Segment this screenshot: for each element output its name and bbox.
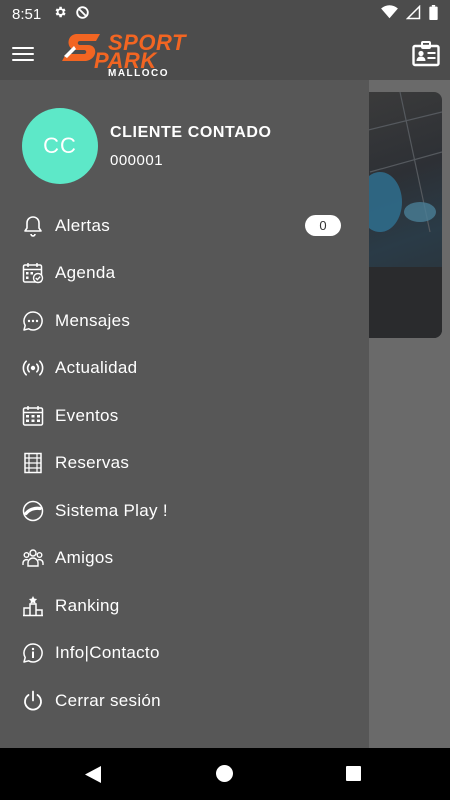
menu-label: Cerrar sesión <box>55 690 161 710</box>
group-icon <box>22 547 44 569</box>
menu-label: Sistema Play ! <box>55 500 168 520</box>
wifi-icon <box>381 5 398 23</box>
calendar-grid-icon <box>22 405 44 427</box>
status-time: 8:51 <box>12 5 42 23</box>
menu-item-amigos[interactable]: Amigos <box>0 535 369 583</box>
podium-icon <box>22 595 44 617</box>
app-bar: SPORT PARK MALLOCO <box>0 28 450 80</box>
info-icon <box>22 642 44 664</box>
menu-item-eventos[interactable]: Eventos <box>0 392 369 440</box>
menu-item-info-contacto[interactable]: Info|Contacto <box>0 630 369 678</box>
data-saver-icon <box>75 5 90 24</box>
battery-icon <box>429 4 438 24</box>
bell-icon <box>22 215 44 237</box>
gear-icon <box>53 5 67 23</box>
menu-item-reservas[interactable]: Reservas <box>0 440 369 488</box>
menu-icon[interactable] <box>12 44 36 64</box>
menu-label: Eventos <box>55 405 119 425</box>
menu-label: Alertas <box>55 215 111 235</box>
menu-item-mensajes[interactable]: Mensajes <box>0 297 369 345</box>
menu-item-cerrar-sesion[interactable]: Cerrar sesión <box>0 677 369 725</box>
back-icon[interactable] <box>85 766 101 788</box>
signal-icon <box>405 4 421 24</box>
profile-name: CLIENTE CONTADO <box>110 123 272 141</box>
chat-icon <box>22 310 44 332</box>
menu-item-agenda[interactable]: Agenda <box>0 250 369 298</box>
recents-icon[interactable] <box>346 766 361 781</box>
hero-image-card[interactable] <box>360 92 442 338</box>
menu-item-alertas[interactable]: Alertas 0 <box>0 202 369 250</box>
menu-item-ranking[interactable]: Ranking <box>0 582 369 630</box>
drawer-menu: Alertas 0 Agenda Mensajes Actualidad Eve… <box>0 202 369 725</box>
power-icon <box>22 690 44 712</box>
broadcast-icon <box>22 357 44 379</box>
calendar-check-icon <box>22 262 44 284</box>
menu-label: Info|Contacto <box>55 643 160 663</box>
menu-label: Amigos <box>55 548 114 568</box>
home-icon[interactable] <box>216 765 233 782</box>
logo-text-malloco: MALLOCO <box>108 68 170 79</box>
profile-header[interactable]: CC CLIENTE CONTADO 000001 <box>22 108 272 184</box>
system-nav-bar <box>0 748 450 800</box>
menu-label: Reservas <box>55 453 130 473</box>
court-icon <box>22 452 44 474</box>
brand-logo: SPORT PARK MALLOCO <box>58 30 218 79</box>
alerts-count-badge: 0 <box>305 215 341 236</box>
menu-item-actualidad[interactable]: Actualidad <box>0 345 369 393</box>
status-bar: 8:51 <box>0 0 450 28</box>
profile-id: 000001 <box>110 151 164 169</box>
play-badge-icon <box>22 500 44 522</box>
menu-label: Mensajes <box>55 310 131 330</box>
menu-item-sistema-play[interactable]: Sistema Play ! <box>0 487 369 535</box>
menu-label: Actualidad <box>55 358 138 378</box>
avatar[interactable]: CC <box>22 108 98 184</box>
menu-label: Agenda <box>55 263 116 283</box>
navigation-drawer: CC CLIENTE CONTADO 000001 Alertas 0 Agen… <box>0 80 369 748</box>
id-card-icon[interactable] <box>412 41 440 67</box>
menu-label: Ranking <box>55 595 120 615</box>
